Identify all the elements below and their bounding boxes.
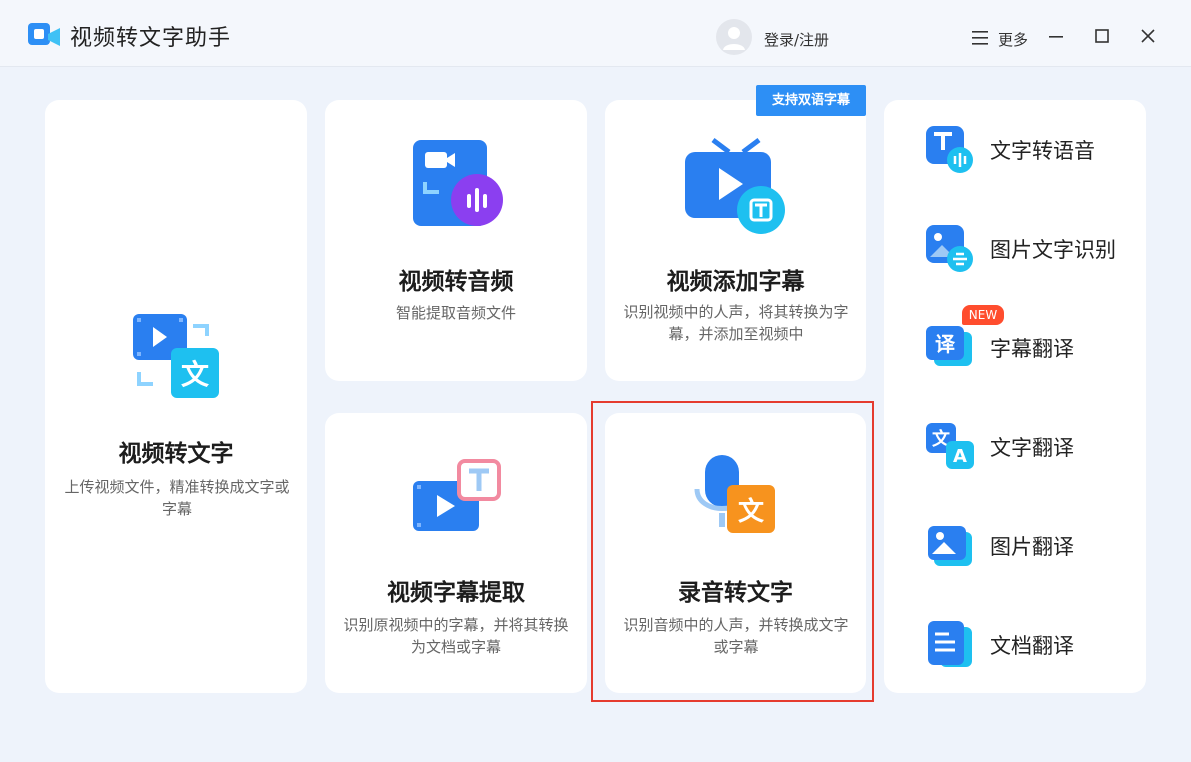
tv-subtitle-icon	[685, 138, 785, 234]
extract-subtitles-card[interactable]: 视频字幕提取 识别原视频中的字幕，并将其转换为文档或字幕	[325, 413, 587, 693]
app-title: 视频转文字助手	[70, 26, 232, 51]
side-item-label: 图片翻译	[990, 535, 1074, 559]
more-menu-button[interactable]: 更多	[998, 29, 1028, 50]
avatar[interactable]	[716, 19, 752, 55]
close-icon[interactable]	[1138, 26, 1158, 46]
video-to-audio-card[interactable]: 视频转音频 智能提取音频文件	[325, 100, 587, 381]
side-item-text-to-speech[interactable]: 文字转语音	[920, 118, 1130, 178]
menu-icon[interactable]	[972, 31, 988, 45]
side-item-label: 文档翻译	[990, 634, 1074, 658]
title-bar: 视频转文字助手 登录/注册 更多	[0, 0, 1191, 67]
card-title: 视频转文字	[118, 441, 234, 467]
svg-text:文: 文	[181, 358, 209, 391]
card-description: 上传视频文件，精准转换成文字或字幕	[64, 478, 290, 518]
card-description: 智能提取音频文件	[395, 304, 516, 322]
card-title: 视频字幕提取	[387, 580, 525, 606]
video-to-audio-icon	[413, 140, 503, 226]
new-badge: NEW	[962, 305, 1004, 325]
subtitle-extract-icon	[413, 459, 501, 531]
card-title: 视频添加字幕	[666, 269, 805, 295]
svg-text:译: 译	[935, 332, 956, 356]
side-item-label: 文字转语音	[990, 139, 1095, 163]
image-ocr-icon	[926, 225, 973, 272]
side-item-label: 字幕翻译	[990, 337, 1074, 361]
login-register-link[interactable]: 登录/注册	[764, 29, 829, 50]
video-to-text-icon: 文	[133, 314, 219, 398]
user-icon	[723, 27, 745, 50]
card-description: 识别原视频中的字幕，并将其转换为文档或字幕	[343, 616, 569, 656]
app-logo-icon	[28, 23, 60, 46]
card-title: 视频转音频	[398, 269, 514, 295]
bilingual-subtitle-badge: 支持双语字幕	[756, 85, 866, 116]
add-subtitles-card[interactable]: 视频添加字幕 识别视频中的人声，将其转换为字幕，并添加至视频中	[605, 100, 866, 381]
side-panel	[884, 100, 1146, 693]
subtitle-translate-icon: 译	[926, 326, 972, 366]
text-to-speech-icon	[926, 126, 973, 173]
side-item-image-ocr[interactable]: 图片文字识别	[920, 217, 1130, 277]
side-item-subtitle-translate[interactable]: 译 字幕翻译	[920, 316, 1130, 376]
text-translate-icon: 文 A	[926, 423, 974, 469]
video-to-text-card[interactable]: 文 视频转文字 上传视频文件，精准转换成文字或字幕	[45, 100, 307, 693]
selection-highlight	[591, 401, 874, 702]
side-item-text-translate[interactable]: 文 A 文字翻译	[920, 415, 1130, 475]
side-item-label: 图片文字识别	[990, 238, 1116, 262]
document-translate-icon	[928, 621, 972, 667]
side-item-image-translate[interactable]: 图片翻译	[920, 514, 1130, 574]
image-translate-icon	[928, 526, 972, 566]
side-item-document-translate[interactable]: 文档翻译	[920, 613, 1130, 673]
side-item-label: 文字翻译	[990, 436, 1074, 460]
maximize-icon[interactable]	[1092, 26, 1112, 46]
svg-text:A: A	[953, 446, 967, 467]
minimize-icon[interactable]	[1046, 26, 1066, 46]
card-description: 识别视频中的人声，将其转换为字幕，并添加至视频中	[623, 303, 849, 343]
